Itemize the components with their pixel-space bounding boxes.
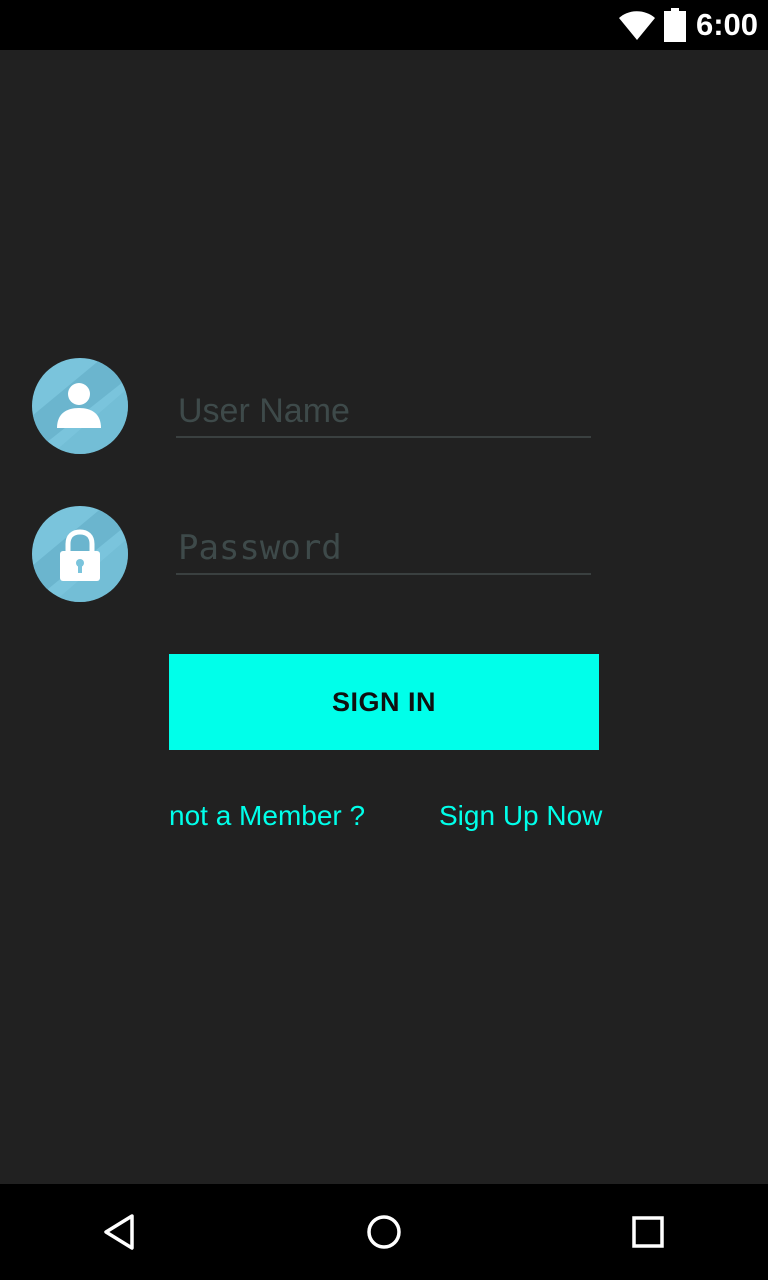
- user-icon: [32, 358, 128, 454]
- back-icon: [104, 1214, 134, 1250]
- home-button[interactable]: [354, 1202, 414, 1262]
- not-member-prompt: not a Member ?: [169, 800, 366, 831]
- navigation-bar: [0, 1184, 768, 1280]
- recents-icon: [632, 1216, 664, 1248]
- sign-up-link[interactable]: Sign Up Now: [439, 800, 602, 832]
- password-input[interactable]: [176, 527, 591, 575]
- wifi-icon: [618, 11, 655, 40]
- battery-icon: [663, 8, 686, 42]
- home-icon: [367, 1215, 401, 1249]
- user-avatar-circle: [32, 358, 128, 454]
- login-screen: 6:00 SIGN IN not a Member ? Sign Up Now: [0, 0, 768, 1280]
- recents-button[interactable]: [618, 1202, 678, 1262]
- sign-in-button[interactable]: SIGN IN: [169, 654, 599, 750]
- back-button[interactable]: [90, 1202, 150, 1262]
- username-input[interactable]: [176, 390, 591, 438]
- lock-icon: [32, 506, 128, 602]
- lock-avatar-circle: [32, 506, 128, 602]
- status-bar: 6:00: [0, 0, 768, 50]
- status-icons: 6:00: [618, 0, 758, 50]
- status-clock: 6:00: [695, 7, 758, 42]
